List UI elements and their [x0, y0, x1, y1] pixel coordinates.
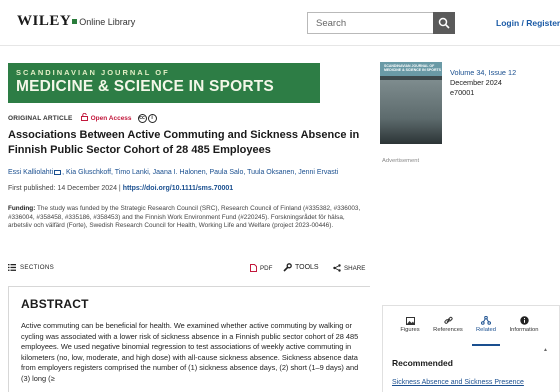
image-icon [405, 316, 415, 325]
tab-figures-label: Figures [400, 327, 420, 333]
scroll-up-icon[interactable]: ▲ [543, 347, 548, 353]
wiley-logo[interactable]: WILEY Online Library [17, 13, 135, 30]
unlock-icon [80, 112, 88, 123]
logo-dot-icon [72, 19, 78, 24]
share-icon [333, 264, 341, 272]
share-label: SHARE [344, 264, 366, 272]
related-network-icon [481, 316, 491, 325]
sections-label: SECTIONS [20, 264, 55, 271]
publication-info: First published: 14 December 2024 | http… [8, 185, 233, 192]
pub-separator: | [118, 185, 121, 192]
volume-issue-link[interactable]: Volume 34, Issue 12 [450, 68, 516, 78]
article-title: Associations Between Active Commuting an… [8, 129, 360, 156]
tab-information[interactable]: Information [507, 314, 541, 333]
article-toolbar: SECTIONS PDF TOOLS SHARE [8, 262, 370, 276]
list-icon [8, 264, 16, 271]
tools-label: TOOLS [295, 264, 319, 271]
logo-wordmark: WILEY [17, 13, 72, 29]
doi-link[interactable]: https://doi.org/10.1111/sms.70001 [123, 185, 234, 192]
tab-references-label: References [433, 327, 463, 333]
tab-related-label: Related [476, 327, 496, 333]
article-meta: ORIGINAL ARTICLE Open Access cc i [8, 112, 157, 123]
pdf-icon [250, 264, 257, 272]
info-icon [519, 316, 529, 325]
first-published-date: 14 December 2024 [57, 185, 117, 192]
tab-information-label: Information [509, 327, 539, 333]
journal-cover-image[interactable]: SCANDINAVIAN JOURNAL OF MEDICINE & SCIEN… [380, 62, 442, 144]
sections-button[interactable]: SECTIONS [8, 264, 54, 271]
article-type: ORIGINAL ARTICLE [8, 114, 73, 122]
pdf-label: PDF [260, 264, 273, 272]
abstract-section: ABSTRACT Active commuting can be benefic… [8, 286, 370, 392]
share-button[interactable]: SHARE [333, 264, 365, 272]
journal-banner-top: SCANDINAVIAN JOURNAL OF [16, 68, 170, 77]
journal-banner-main: MEDICINE & SCIENCE IN SPORTS [16, 78, 274, 95]
tab-related[interactable]: Related [469, 314, 503, 346]
wrench-icon [283, 263, 292, 272]
search-icon [438, 17, 450, 29]
author-first[interactable]: Essi Kalliolahti [8, 169, 53, 176]
abstract-heading: ABSTRACT [21, 297, 89, 311]
journal-banner[interactable]: SCANDINAVIAN JOURNAL OF MEDICINE & SCIEN… [8, 63, 320, 103]
tab-figures[interactable]: Figures [393, 314, 427, 333]
tools-button[interactable]: TOOLS [283, 263, 319, 272]
funding-label: Funding: [8, 205, 36, 212]
logo-suffix: Online Library [79, 17, 136, 27]
author-list[interactable]: Essi Kalliolahti , Kia Gluschkoff, Timo L… [8, 168, 368, 178]
link-icon [443, 316, 453, 324]
login-register-link[interactable]: Login / Register [496, 18, 560, 28]
tab-references[interactable]: References [431, 314, 465, 333]
issue-info: Volume 34, Issue 12 December 2024 e70001 [450, 68, 516, 98]
authors-rest[interactable]: , Kia Gluschkoff, Timo Lanki, Jaana I. H… [62, 169, 338, 176]
funding-statement: Funding: The study was funded by the Str… [8, 205, 370, 231]
creative-commons-icon[interactable]: cc i [137, 113, 157, 123]
funding-text: The study was funded by the Strategic Re… [8, 205, 361, 230]
cc-icon: cc [137, 113, 147, 123]
advertisement-label: Advertisement [382, 158, 420, 164]
issue-date: December 2024 [450, 78, 502, 87]
side-tabs: Figures References Related Information [383, 314, 547, 348]
search-button[interactable] [433, 12, 455, 34]
site-header: WILEY Online Library Search Login / Regi… [0, 0, 560, 46]
first-published-label: First published: [8, 185, 56, 192]
recommended-heading: Recommended [392, 358, 453, 368]
email-icon[interactable] [54, 169, 62, 175]
cover-title: SCANDINAVIAN JOURNAL OF MEDICINE & SCIEN… [384, 64, 441, 72]
abstract-text: Active commuting can be beneficial for h… [21, 321, 359, 383]
side-panel: Figures References Related Information R… [382, 305, 560, 392]
pdf-button[interactable]: PDF [250, 264, 272, 272]
recommended-item-link[interactable]: Sickness Absence and Sickness Presence [392, 379, 524, 386]
search-input[interactable]: Search [307, 12, 433, 34]
article-number: e70001 [450, 88, 475, 97]
cc-by-icon: i [147, 113, 157, 123]
cover-photo [380, 80, 442, 144]
side-panel-scrollbar[interactable]: ▲ [542, 345, 550, 392]
open-access-badge[interactable]: Open Access [91, 115, 132, 122]
